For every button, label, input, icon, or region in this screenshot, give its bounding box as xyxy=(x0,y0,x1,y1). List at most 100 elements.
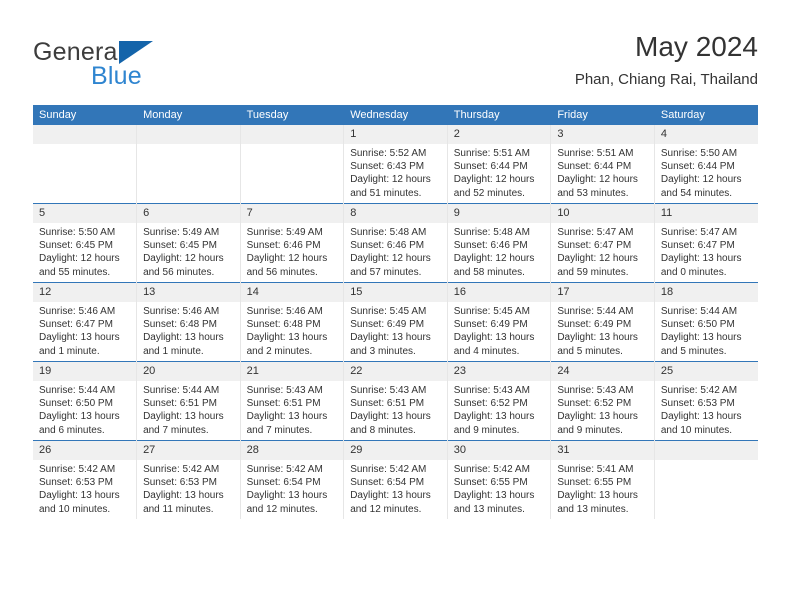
sunrise-text: Sunrise: 5:51 AM xyxy=(557,148,634,159)
daylight-text: Daylight: 13 hours xyxy=(453,332,535,344)
calendar-day-cell[interactable]: 7 Sunrise: 5:49 AM Sunset: 6:46 PM Daylight… xyxy=(240,203,345,283)
day-details: Sunrise: 5:44 AM Sunset: 6:50 PM Daylight:… xyxy=(655,302,758,358)
sunrise-text: Sunrise: 5:43 AM xyxy=(246,385,323,396)
calendar-day-cell[interactable]: 1 Sunrise: 5:52 AM Sunset: 6:43 PM Daylight… xyxy=(343,125,448,204)
sunset-text: Sunset: 6:53 PM xyxy=(660,398,735,410)
daylight-text: Daylight: 13 hours xyxy=(660,253,742,265)
day-number: 7 xyxy=(240,204,344,223)
sunrise-text: Sunrise: 5:42 AM xyxy=(350,464,427,475)
sunrise-text: Sunrise: 5:43 AM xyxy=(557,385,634,396)
calendar-day-cell[interactable]: 21 Sunrise: 5:43 AM Sunset: 6:51 PM Dayligh… xyxy=(240,361,345,441)
calendar-day-cell[interactable]: 20 Sunrise: 5:44 AM Sunset: 6:51 PM Dayligh… xyxy=(136,361,241,441)
calendar-day-cell[interactable]: 23 Sunrise: 5:43 AM Sunset: 6:52 PM Dayligh… xyxy=(447,361,552,441)
daylight-text: and 56 minutes. xyxy=(143,266,215,278)
daylight-text: and 10 minutes. xyxy=(660,424,733,436)
calendar-day-cell[interactable]: 8 Sunrise: 5:48 AM Sunset: 6:46 PM Daylight… xyxy=(343,203,448,283)
sunrise-text: Sunrise: 5:47 AM xyxy=(557,227,634,238)
day-number: 2 xyxy=(447,125,551,144)
calendar-day-cell[interactable]: 19 Sunrise: 5:44 AM Sunset: 6:50 PM Dayligh… xyxy=(33,361,138,441)
sunrise-text: Sunrise: 5:44 AM xyxy=(143,385,220,396)
day-details: Sunrise: 5:43 AM Sunset: 6:51 PM Daylight:… xyxy=(241,381,344,437)
sunrise-text: Sunrise: 5:45 AM xyxy=(453,306,530,317)
calendar-day-cell[interactable]: 10 Sunrise: 5:47 AM Sunset: 6:47 PM Dayligh… xyxy=(550,203,655,283)
calendar-day-cell[interactable]: 4 Sunrise: 5:50 AM Sunset: 6:44 PM Daylight… xyxy=(654,125,758,204)
daylight-text: and 5 minutes. xyxy=(660,345,727,357)
daylight-text: and 53 minutes. xyxy=(557,187,629,199)
calendar-day-cell[interactable]: 29 Sunrise: 5:42 AM Sunset: 6:54 PM Dayligh… xyxy=(343,440,448,519)
calendar-day-cell[interactable]: 30 Sunrise: 5:42 AM Sunset: 6:55 PM Dayligh… xyxy=(447,440,552,519)
calendar-week-row: 12 Sunrise: 5:46 AM Sunset: 6:47 PM Dayligh… xyxy=(33,282,758,362)
sunset-text: Sunset: 6:45 PM xyxy=(39,240,113,252)
daylight-text: and 10 minutes. xyxy=(39,503,111,515)
day-number: 5 xyxy=(33,204,137,223)
daylight-text: and 9 minutes. xyxy=(557,424,623,436)
daylight-text: and 5 minutes. xyxy=(557,345,623,357)
calendar-page: General Blue May 2024 Phan, Chiang Rai, … xyxy=(0,0,792,612)
daylight-text: Daylight: 13 hours xyxy=(39,332,120,344)
calendar-day-cell[interactable]: 17 Sunrise: 5:44 AM Sunset: 6:49 PM Dayligh… xyxy=(550,282,655,362)
calendar-day-cell[interactable]: 2 Sunrise: 5:51 AM Sunset: 6:44 PM Daylight… xyxy=(447,125,552,204)
sunrise-text: Sunrise: 5:46 AM xyxy=(143,306,220,317)
day-details: Sunrise: 5:49 AM Sunset: 6:46 PM Daylight:… xyxy=(241,223,344,279)
day-details: Sunrise: 5:50 AM Sunset: 6:45 PM Daylight:… xyxy=(33,223,136,279)
day-number: 31 xyxy=(551,441,654,460)
calendar-day-cell[interactable]: 9 Sunrise: 5:48 AM Sunset: 6:46 PM Daylight… xyxy=(447,203,552,283)
sunrise-text: Sunrise: 5:42 AM xyxy=(39,464,116,475)
sunset-text: Sunset: 6:45 PM xyxy=(143,240,217,252)
calendar-day-cell[interactable]: 25 Sunrise: 5:42 AM Sunset: 6:53 PM Dayligh… xyxy=(654,361,758,441)
calendar-day-cell[interactable]: 15 Sunrise: 5:45 AM Sunset: 6:49 PM Dayligh… xyxy=(343,282,448,362)
sunset-text: Sunset: 6:53 PM xyxy=(143,477,217,489)
day-number xyxy=(654,441,758,460)
calendar-day-cell[interactable]: 28 Sunrise: 5:42 AM Sunset: 6:54 PM Dayligh… xyxy=(240,440,345,519)
daylight-text: Daylight: 12 hours xyxy=(143,253,224,265)
day-number: 25 xyxy=(654,362,758,381)
day-details: Sunrise: 5:43 AM Sunset: 6:51 PM Daylight:… xyxy=(344,381,447,437)
weekday-header-sunday: Sunday xyxy=(33,105,138,125)
daylight-text: Daylight: 12 hours xyxy=(39,253,120,265)
day-number: 10 xyxy=(551,204,654,223)
day-number: 26 xyxy=(33,441,137,460)
daylight-text: Daylight: 13 hours xyxy=(350,490,431,502)
day-details: Sunrise: 5:49 AM Sunset: 6:45 PM Daylight:… xyxy=(137,223,240,279)
day-number: 14 xyxy=(240,283,344,302)
general-blue-logo: General Blue xyxy=(33,38,263,96)
calendar-day-cell[interactable]: 22 Sunrise: 5:43 AM Sunset: 6:51 PM Dayligh… xyxy=(343,361,448,441)
calendar-day-cell[interactable]: 26 Sunrise: 5:42 AM Sunset: 6:53 PM Dayligh… xyxy=(33,440,138,519)
weekday-header-wednesday: Wednesday xyxy=(343,105,448,125)
sunset-text: Sunset: 6:55 PM xyxy=(453,477,528,489)
calendar-day-cell[interactable]: 16 Sunrise: 5:45 AM Sunset: 6:49 PM Dayligh… xyxy=(447,282,552,362)
daylight-text: and 1 minute. xyxy=(143,345,204,357)
sunset-text: Sunset: 6:49 PM xyxy=(557,319,632,331)
calendar-day-cell[interactable]: 14 Sunrise: 5:46 AM Sunset: 6:48 PM Dayligh… xyxy=(240,282,345,362)
calendar-day-cell[interactable]: 11 Sunrise: 5:47 AM Sunset: 6:47 PM Dayligh… xyxy=(654,203,758,283)
calendar-day-cell[interactable]: 3 Sunrise: 5:51 AM Sunset: 6:44 PM Daylight… xyxy=(550,125,655,204)
daylight-text: and 9 minutes. xyxy=(453,424,520,436)
calendar-header-row: Sunday Monday Tuesday Wednesday Thursday Frid… xyxy=(33,105,758,125)
sunset-text: Sunset: 6:46 PM xyxy=(246,240,321,252)
calendar-day-cell[interactable]: 13 Sunrise: 5:46 AM Sunset: 6:48 PM Dayligh… xyxy=(136,282,241,362)
daylight-text: Daylight: 12 hours xyxy=(453,174,535,186)
calendar-day-cell[interactable]: 6 Sunrise: 5:49 AM Sunset: 6:45 PM Daylight… xyxy=(136,203,241,283)
calendar-day-cell[interactable]: 18 Sunrise: 5:44 AM Sunset: 6:50 PM Dayligh… xyxy=(654,282,758,362)
day-details: Sunrise: 5:48 AM Sunset: 6:46 PM Daylight:… xyxy=(448,223,551,279)
calendar-day-cell[interactable]: 27 Sunrise: 5:42 AM Sunset: 6:53 PM Dayligh… xyxy=(136,440,241,519)
sunrise-text: Sunrise: 5:49 AM xyxy=(246,227,323,238)
daylight-text: and 52 minutes. xyxy=(453,187,525,199)
daylight-text: and 11 minutes. xyxy=(143,503,214,515)
calendar-day-cell[interactable]: 24 Sunrise: 5:43 AM Sunset: 6:52 PM Dayligh… xyxy=(550,361,655,441)
daylight-text: Daylight: 13 hours xyxy=(39,490,120,502)
calendar-day-cell[interactable]: 12 Sunrise: 5:46 AM Sunset: 6:47 PM Dayligh… xyxy=(33,282,138,362)
sunset-text: Sunset: 6:47 PM xyxy=(39,319,113,331)
weekday-header-thursday: Thursday xyxy=(447,105,552,125)
daylight-text: and 51 minutes. xyxy=(350,187,422,199)
sunset-text: Sunset: 6:50 PM xyxy=(660,319,735,331)
daylight-text: and 13 minutes. xyxy=(557,503,629,515)
daylight-text: and 55 minutes. xyxy=(39,266,111,278)
calendar-day-cell[interactable]: 31 Sunrise: 5:41 AM Sunset: 6:55 PM Dayligh… xyxy=(550,440,655,519)
sunset-text: Sunset: 6:48 PM xyxy=(246,319,321,331)
day-number: 11 xyxy=(654,204,758,223)
sunrise-text: Sunrise: 5:45 AM xyxy=(350,306,427,317)
sunrise-text: Sunrise: 5:46 AM xyxy=(246,306,323,317)
sunrise-text: Sunrise: 5:44 AM xyxy=(557,306,634,317)
calendar-day-cell[interactable]: 5 Sunrise: 5:50 AM Sunset: 6:45 PM Daylight… xyxy=(33,203,138,283)
